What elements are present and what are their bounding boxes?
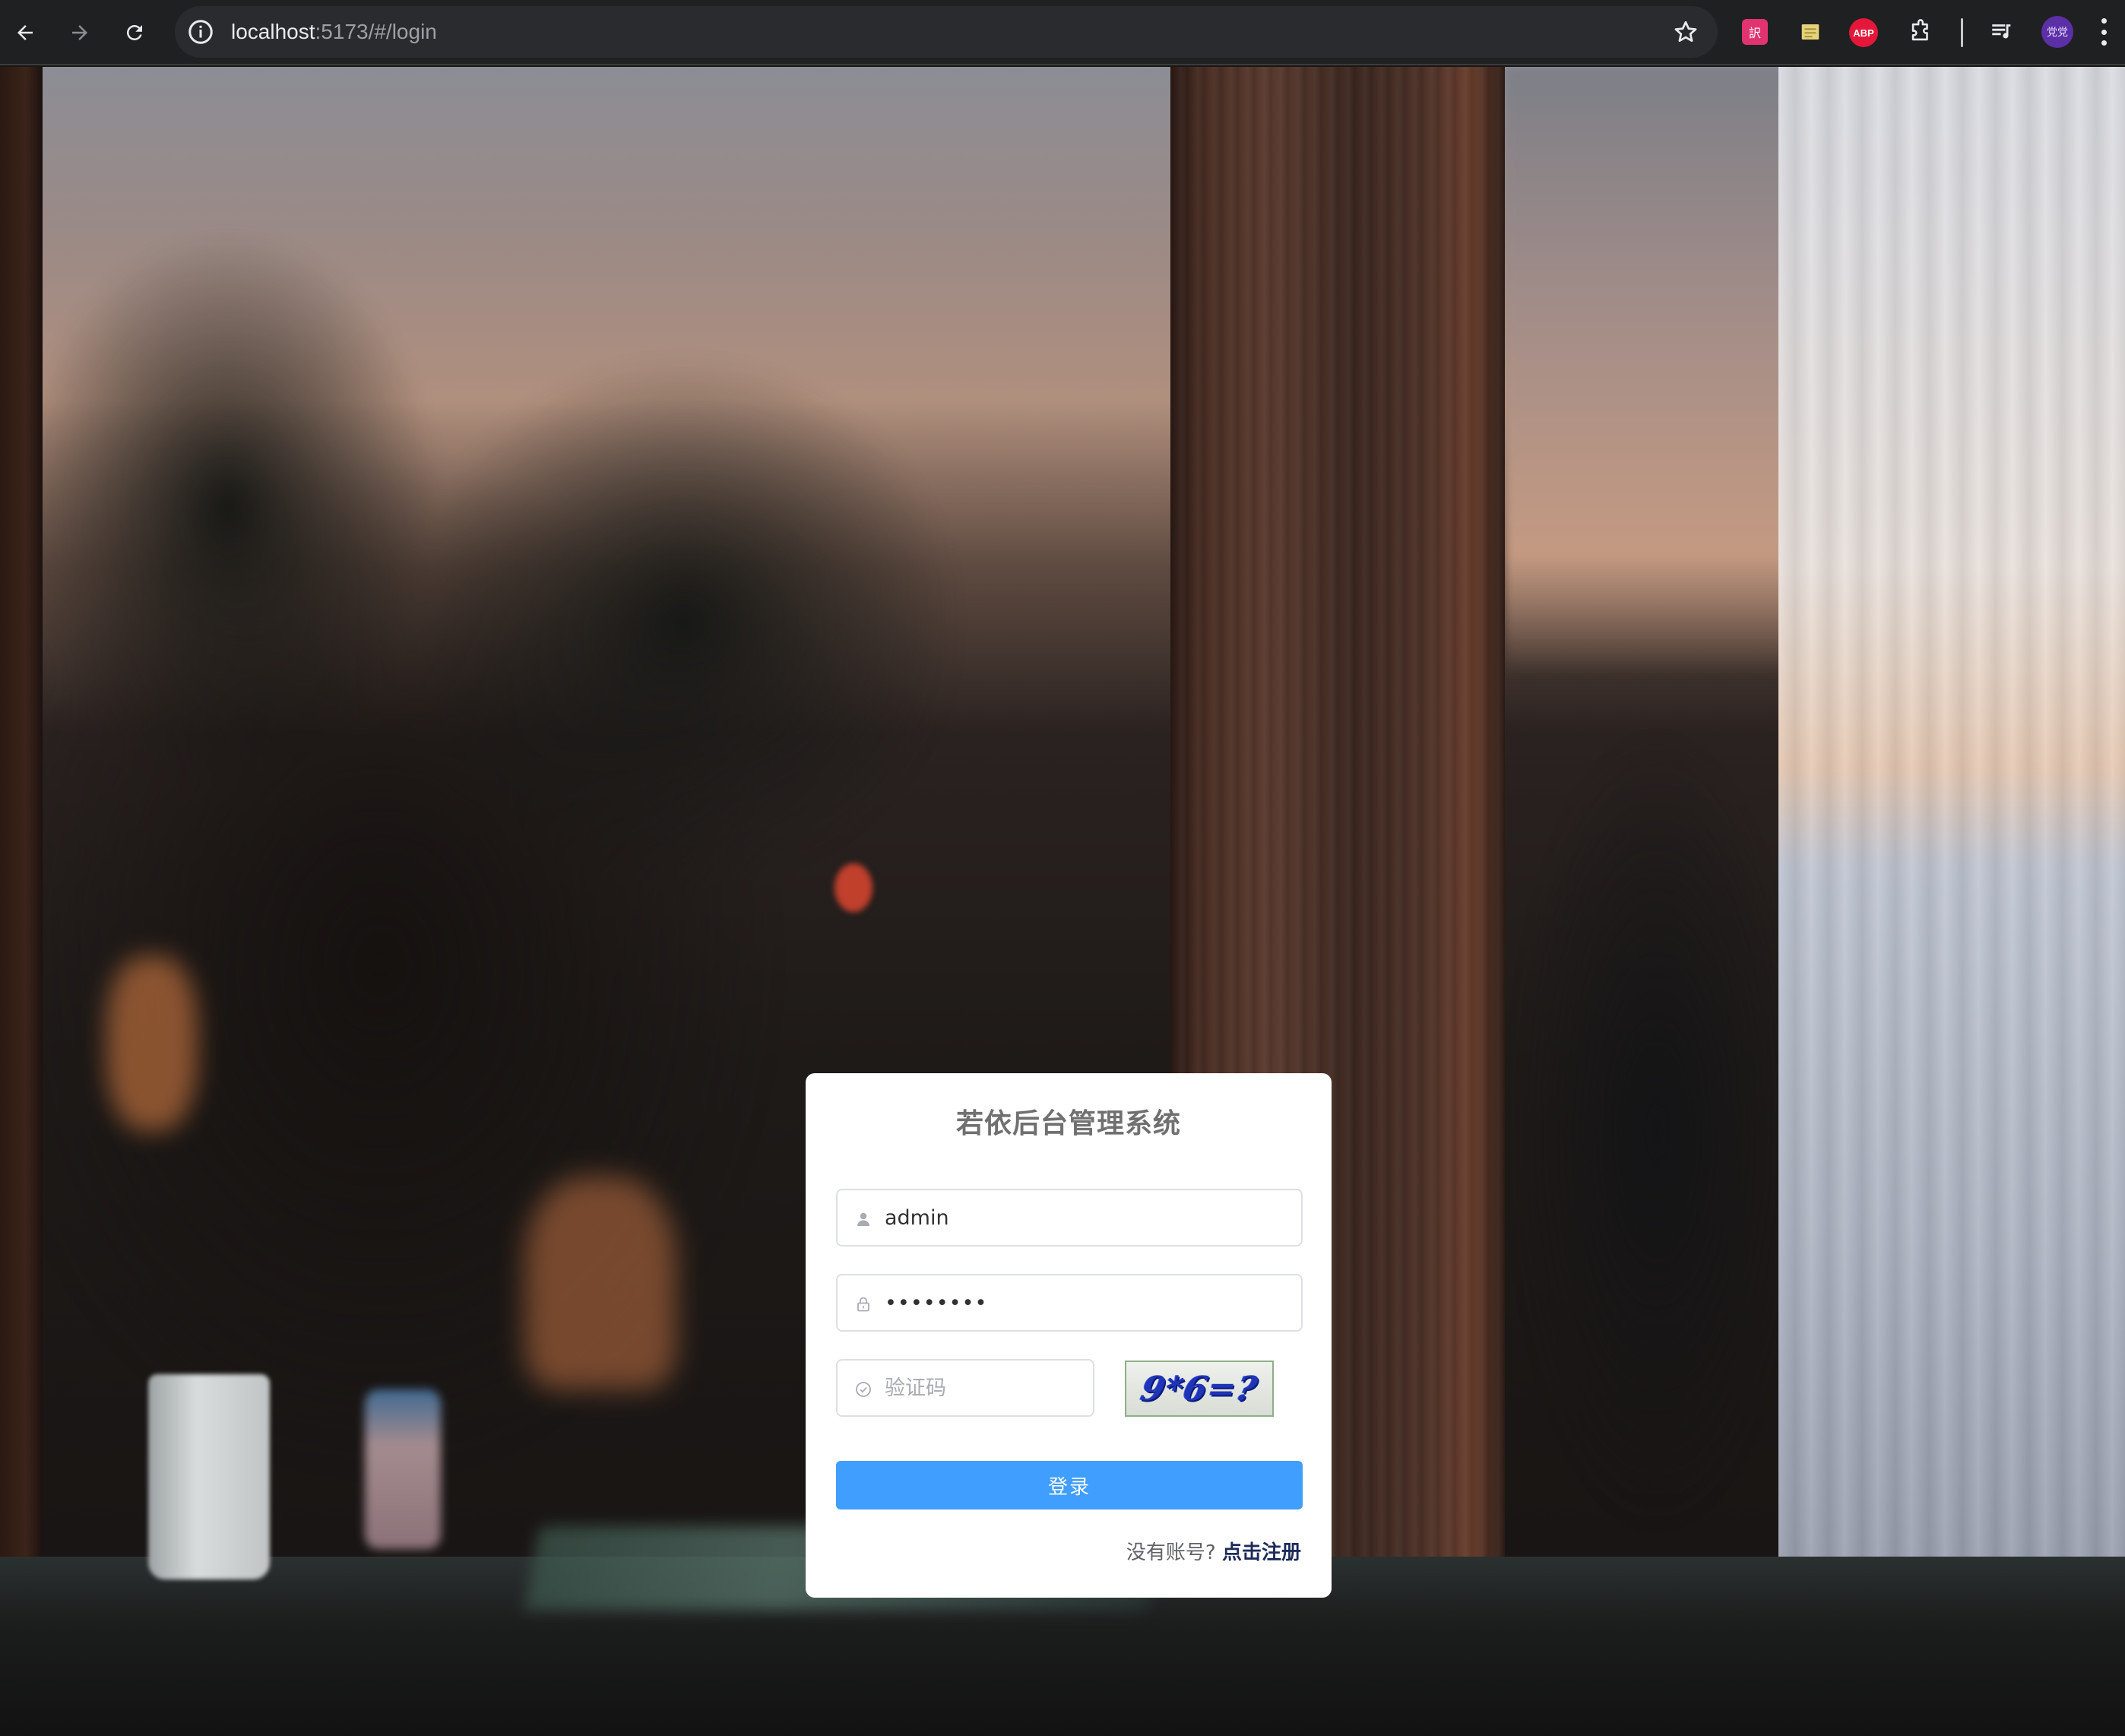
abp-label: ABP [1853, 27, 1874, 39]
register-row: 没有账号? 点击注册 [1126, 1540, 1301, 1566]
user-icon [857, 1212, 869, 1226]
avatar-label: 党党 [2047, 27, 2068, 39]
background-cup [148, 1374, 270, 1579]
puzzle-icon [1911, 19, 1928, 41]
url-host: localhost [231, 20, 315, 43]
notes-icon [1801, 24, 1819, 40]
menu-dot [2101, 29, 2107, 35]
url-path: :5173/#/login [315, 20, 437, 43]
reload-icon [126, 24, 142, 40]
background-bottle [365, 1389, 441, 1549]
sticky-notes-extension-icon[interactable] [1795, 17, 1826, 47]
background-sky-right [1505, 67, 1794, 675]
arrow-left-icon [17, 25, 33, 40]
register-link[interactable]: 点击注册 [1222, 1541, 1301, 1564]
reload-button[interactable] [116, 14, 154, 52]
login-card: 若依后台管理系统 9*6=? 登录 [806, 1073, 1332, 1598]
username-field[interactable] [836, 1189, 1303, 1247]
register-prompt: 没有账号? [1126, 1541, 1216, 1564]
background-chair [524, 1177, 676, 1389]
login-title: 若依后台管理系统 [955, 1108, 1181, 1139]
browser-toolbar: localhost:5173/#/login 訳 ABP 党党 [0, 0, 2125, 65]
url-text[interactable]: localhost:5173/#/login [231, 20, 437, 44]
captcha-image[interactable]: 9*6=? [1125, 1361, 1274, 1417]
background-light-orange [106, 956, 198, 1131]
browser-menu-button[interactable] [2096, 15, 2111, 49]
profile-avatar[interactable]: 党党 [2041, 16, 2073, 48]
address-bar[interactable]: localhost:5173/#/login [175, 6, 1718, 58]
check-circle-icon [856, 1382, 871, 1397]
login-page: 若依后台管理系统 9*6=? 登录 [0, 67, 2125, 1736]
translate-extension-icon[interactable]: 訳 [1742, 19, 1768, 45]
background-window-frame [0, 67, 43, 1736]
password-input[interactable] [885, 1286, 1280, 1319]
back-button[interactable] [6, 14, 44, 52]
extensions-puzzle-icon[interactable] [1905, 17, 1936, 47]
toolbar-divider [1961, 18, 1963, 47]
playlist-icon [1992, 24, 2011, 39]
background-curtain [1778, 67, 2125, 1736]
lock-icon [857, 1297, 869, 1312]
translate-extension-label: 訳 [1748, 26, 1761, 40]
forward-button[interactable] [61, 14, 99, 52]
captcha-text: 9*6=? [1137, 1369, 1262, 1408]
arrow-right-icon [72, 25, 87, 40]
background-light-red [834, 863, 872, 912]
adblock-plus-extension-icon[interactable]: ABP [1849, 18, 1878, 47]
captcha-field[interactable] [836, 1359, 1094, 1417]
menu-dot [2101, 40, 2107, 46]
menu-dot [2101, 18, 2107, 24]
password-field[interactable] [836, 1274, 1303, 1332]
captcha-input[interactable] [885, 1371, 1082, 1405]
bookmark-star-icon[interactable] [1672, 18, 1699, 46]
site-info-icon[interactable] [187, 18, 214, 46]
media-controls-icon[interactable] [1987, 17, 2017, 47]
username-input[interactable] [885, 1201, 1280, 1234]
background-trees-right [1490, 599, 1824, 1663]
login-button[interactable]: 登录 [836, 1461, 1303, 1509]
